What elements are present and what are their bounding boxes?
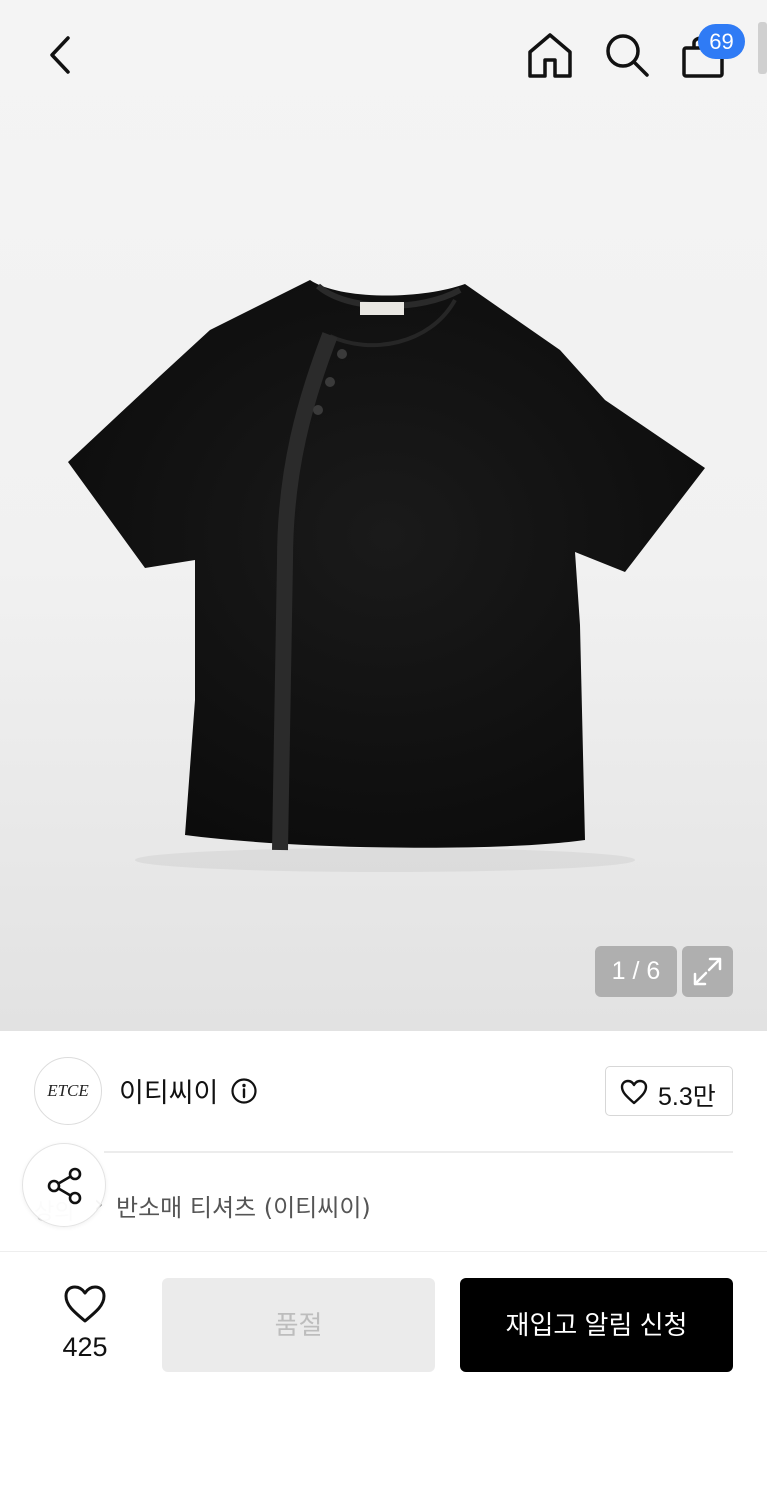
brand-logo[interactable]: ETCE xyxy=(34,1057,102,1125)
home-icon[interactable] xyxy=(524,30,576,82)
wishlist-heart-icon[interactable] xyxy=(63,1284,107,1324)
share-button[interactable] xyxy=(22,1143,106,1227)
brand-name[interactable]: 이티씨이 xyxy=(119,1071,218,1110)
search-icon[interactable] xyxy=(601,30,653,82)
expand-image-button[interactable] xyxy=(682,946,733,997)
wishlist-count: 425 xyxy=(62,1332,108,1362)
top-navigation: 69 xyxy=(0,0,767,110)
pager-separator: / xyxy=(632,957,640,985)
image-pager: 1 / 6 xyxy=(595,946,677,997)
brand-like-count: 5.3만 xyxy=(658,1083,716,1111)
restock-alert-button[interactable]: 재입고 알림 신청 xyxy=(460,1278,733,1372)
cart-count-badge: 69 xyxy=(698,24,745,59)
tshirt-image xyxy=(68,280,705,872)
info-icon[interactable] xyxy=(230,1077,258,1105)
product-image[interactable] xyxy=(0,0,767,1031)
expand-icon xyxy=(693,957,722,986)
divider xyxy=(104,1151,733,1153)
breadcrumb-current[interactable]: 반소매 티셔츠 (이티씨이) xyxy=(116,1188,371,1223)
heart-icon xyxy=(620,1079,648,1105)
share-icon xyxy=(47,1167,82,1205)
pager-current: 1 xyxy=(611,957,626,985)
brand-like-button[interactable]: 5.3만 xyxy=(605,1066,733,1116)
sold-out-button[interactable]: 품절 xyxy=(162,1278,435,1372)
scrollbar-thumb[interactable] xyxy=(758,22,767,74)
pager-total: 6 xyxy=(646,957,661,985)
back-arrow-icon[interactable] xyxy=(40,32,80,78)
